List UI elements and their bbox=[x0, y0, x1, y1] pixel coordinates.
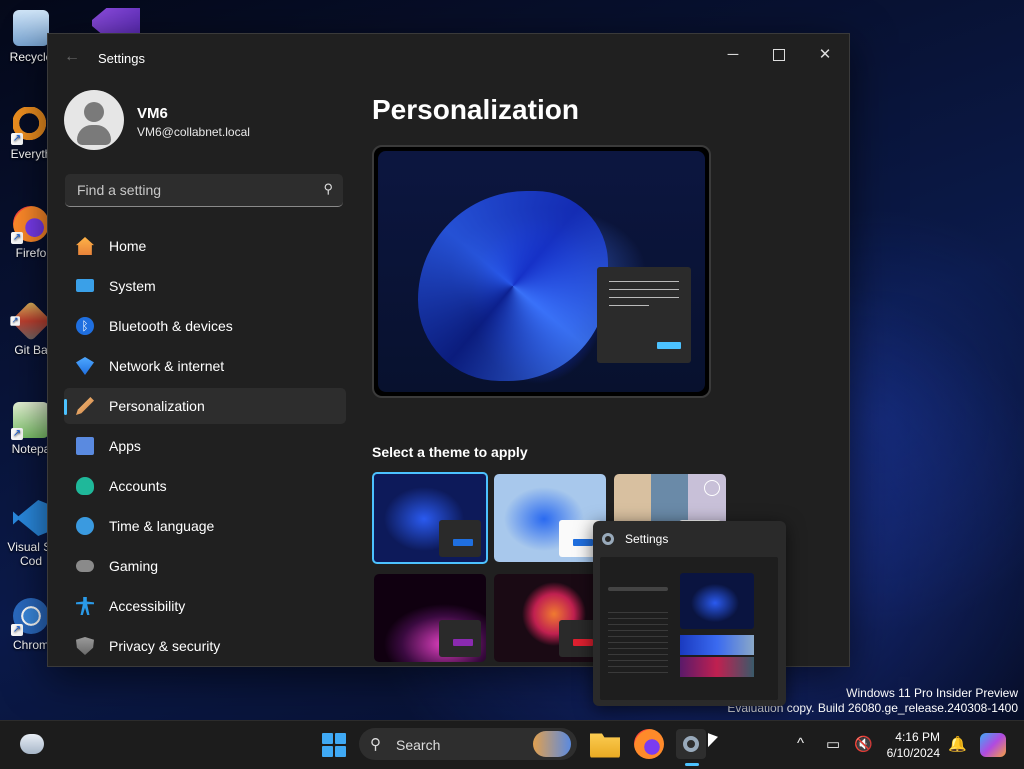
taskbar-search[interactable]: ⚲ Search bbox=[359, 728, 577, 760]
recycle-bin-icon bbox=[13, 10, 49, 46]
nav-item-privacy-security[interactable]: Privacy & security bbox=[64, 628, 346, 664]
nav-item-personalization[interactable]: Personalization bbox=[64, 388, 346, 424]
nav-item-home[interactable]: Home bbox=[64, 228, 346, 264]
maximize-button[interactable] bbox=[756, 40, 802, 70]
taskbar-thumbnail-preview[interactable]: Settings bbox=[593, 521, 786, 706]
git-bash-icon: ↗ bbox=[10, 300, 52, 342]
page-title: Personalization bbox=[372, 94, 579, 125]
brush-icon bbox=[76, 397, 94, 415]
nav-item-bluetooth[interactable]: ᛒ Bluetooth & devices bbox=[64, 308, 346, 344]
clock-time: 4:16 PM bbox=[895, 730, 940, 744]
bloom-wallpaper bbox=[418, 191, 608, 381]
nav-label: Privacy & security bbox=[109, 638, 221, 654]
minimize-button[interactable]: ─ bbox=[710, 40, 756, 70]
apps-icon bbox=[76, 437, 94, 455]
find-setting-search[interactable]: ⚲ bbox=[65, 174, 343, 207]
nav-item-time-language[interactable]: Time & language bbox=[64, 508, 346, 544]
theme-glow[interactable] bbox=[374, 574, 486, 662]
network-icon bbox=[76, 357, 94, 375]
settings-gear-icon bbox=[602, 533, 614, 545]
shield-icon bbox=[76, 637, 94, 655]
vscode-icon: ↗ bbox=[13, 500, 49, 536]
spotlight-badge-icon bbox=[704, 480, 720, 496]
nav-label: Personalization bbox=[109, 398, 205, 414]
nav-item-accounts[interactable]: Accounts bbox=[64, 468, 346, 504]
title-bar[interactable]: ← Settings ─ ✕ bbox=[48, 34, 849, 82]
settings-taskbar-button[interactable] bbox=[676, 729, 706, 766]
avatar-body bbox=[77, 125, 111, 145]
bluetooth-icon: ᛒ bbox=[76, 317, 94, 335]
nav-label: Gaming bbox=[109, 558, 159, 574]
nav-label: System bbox=[109, 278, 156, 294]
theme-preview bbox=[372, 145, 711, 398]
taskbar: ⚲ Search ^ ▭ 🔇 4:16 PM 6/10/2024 🔔 bbox=[0, 720, 1024, 769]
thumbnail-title: Settings bbox=[625, 532, 669, 546]
nav-item-accessibility[interactable]: Accessibility bbox=[64, 588, 346, 624]
clock-date: 6/10/2024 bbox=[886, 746, 940, 760]
start-logo-tile bbox=[322, 733, 333, 744]
watermark-line-1: Windows 11 Pro Insider Preview bbox=[846, 686, 1018, 700]
file-explorer-icon[interactable] bbox=[590, 733, 620, 758]
firefox-icon: ↗ bbox=[11, 206, 49, 244]
nav-label: Bluetooth & devices bbox=[109, 318, 233, 334]
user-email: VM6@collabnet.local bbox=[137, 125, 250, 139]
system-icon bbox=[76, 279, 94, 292]
clock[interactable]: 4:16 PM 6/10/2024 bbox=[870, 729, 940, 761]
display-icon[interactable]: ▭ bbox=[826, 735, 840, 753]
nav-label: Apps bbox=[109, 438, 141, 454]
nav-label: Time & language bbox=[109, 518, 215, 534]
taskbar-search-label: Search bbox=[396, 737, 441, 753]
weather-icon[interactable] bbox=[20, 734, 44, 754]
everything-search-icon: ↗ bbox=[11, 107, 49, 145]
theme-windows-dark[interactable] bbox=[372, 472, 488, 564]
home-icon bbox=[76, 237, 94, 255]
search-highlight-icon bbox=[533, 731, 571, 757]
copilot-icon[interactable] bbox=[980, 733, 1006, 757]
window-title: Settings bbox=[98, 51, 145, 66]
nav-label: Accounts bbox=[109, 478, 167, 494]
bell-icon[interactable]: 🔔 bbox=[948, 735, 967, 753]
nav-item-network[interactable]: Network & internet bbox=[64, 348, 346, 384]
nav-item-apps[interactable]: Apps bbox=[64, 428, 346, 464]
nav-label: Home bbox=[109, 238, 147, 254]
user-name: VM6 bbox=[137, 105, 168, 122]
close-button[interactable]: ✕ bbox=[802, 40, 848, 70]
back-arrow-icon[interactable]: ← bbox=[64, 48, 80, 66]
accounts-icon bbox=[76, 477, 94, 495]
notepad-icon: ↗ bbox=[11, 402, 49, 440]
active-app-indicator bbox=[685, 763, 699, 766]
gaming-icon bbox=[76, 560, 94, 572]
theme-windows-light[interactable] bbox=[494, 474, 606, 562]
nav-label: Accessibility bbox=[109, 598, 186, 614]
accessibility-icon bbox=[76, 597, 94, 615]
search-icon[interactable]: ⚲ bbox=[323, 181, 333, 197]
avatar bbox=[64, 90, 124, 150]
avatar-head bbox=[84, 102, 104, 122]
start-button[interactable] bbox=[322, 733, 346, 757]
firefox-icon[interactable] bbox=[634, 729, 664, 759]
time-language-icon bbox=[76, 517, 94, 535]
nav-item-gaming[interactable]: Gaming bbox=[64, 548, 346, 584]
search-icon: ⚲ bbox=[370, 736, 381, 753]
search-input[interactable] bbox=[75, 181, 309, 199]
thumbnail-window-snapshot bbox=[600, 557, 778, 700]
settings-icon bbox=[683, 736, 699, 752]
theme-section-heading: Select a theme to apply bbox=[372, 444, 528, 460]
chevron-up-icon[interactable]: ^ bbox=[797, 735, 804, 752]
theme-captured-motion[interactable] bbox=[494, 574, 606, 662]
maximize-icon bbox=[773, 49, 785, 62]
nav-item-system[interactable]: System bbox=[64, 268, 346, 304]
chrome-icon: ↗ bbox=[11, 598, 49, 636]
preview-window-mock bbox=[597, 267, 691, 363]
nav-sidebar: Home System ᛒ Bluetooth & devices Networ… bbox=[64, 228, 346, 666]
preview-accent-button bbox=[657, 342, 681, 349]
nav-label: Network & internet bbox=[109, 358, 225, 374]
